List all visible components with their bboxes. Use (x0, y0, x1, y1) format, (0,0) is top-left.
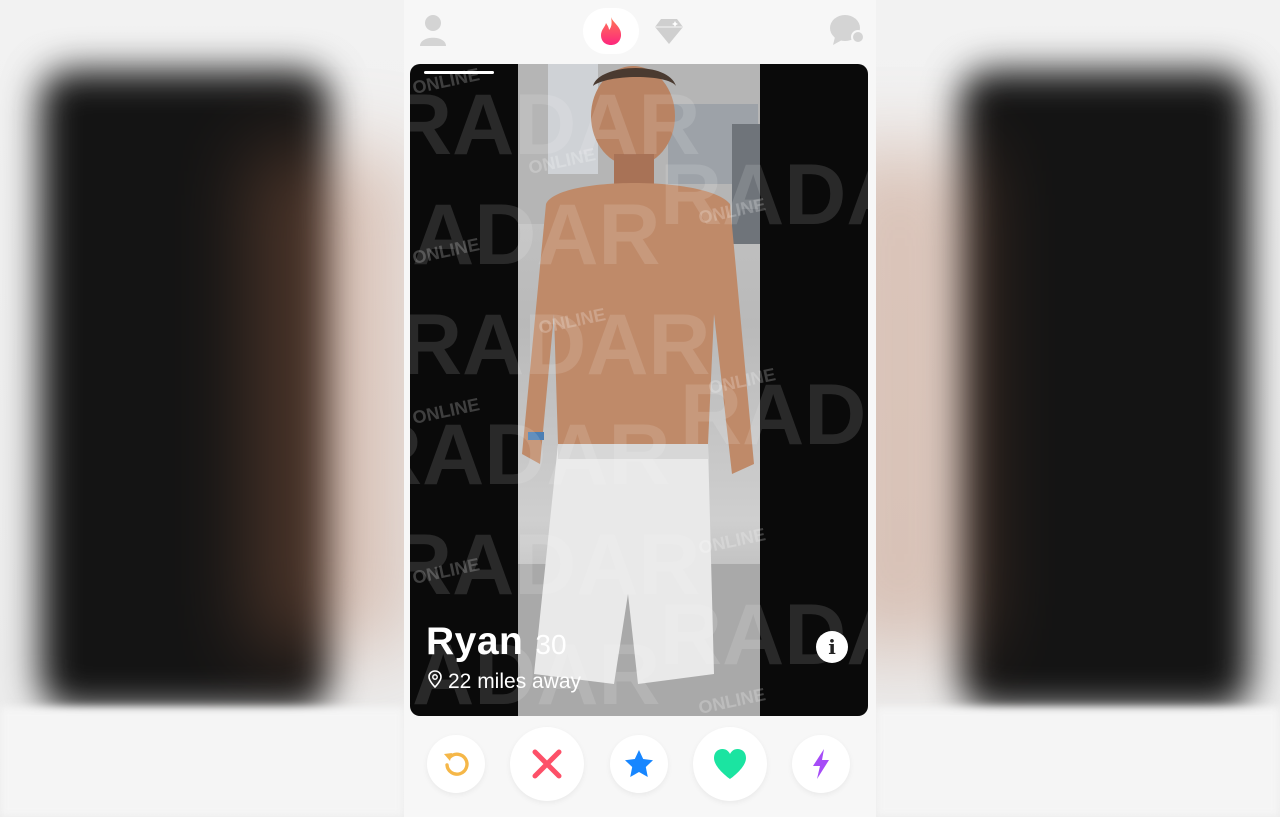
info-button[interactable]: i (816, 631, 848, 663)
distance-row: 22 miles away (428, 670, 581, 694)
nope-button[interactable] (510, 727, 584, 801)
info-icon: i (828, 635, 836, 659)
lightning-icon (813, 749, 829, 779)
svg-text:ONLINE: ONLINE (411, 234, 482, 268)
profile-name: Ryan (426, 620, 524, 663)
flame-icon[interactable] (583, 8, 639, 54)
star-icon (625, 750, 653, 777)
like-button[interactable] (693, 727, 767, 801)
photo-progress-bar (424, 71, 494, 74)
rewind-button[interactable] (427, 735, 485, 793)
blurred-backdrop-left (0, 0, 404, 817)
profile-icon[interactable] (418, 12, 448, 48)
heart-icon (714, 749, 746, 779)
top-nav (404, 0, 876, 60)
blurred-backdrop-right (876, 0, 1280, 817)
super-like-button[interactable] (610, 735, 668, 793)
profile-card[interactable]: RADAR RADAR RADAR RADAR RADAR RADAR RADA… (410, 64, 868, 716)
profile-photo (518, 64, 760, 716)
rewind-icon (444, 752, 469, 776)
phone-screen: RADAR RADAR RADAR RADAR RADAR RADAR RADA… (404, 0, 876, 817)
profile-age: 30 (535, 629, 567, 660)
close-icon (532, 749, 562, 779)
svg-text:ONLINE: ONLINE (411, 554, 482, 588)
name-row: Ryan 30 (426, 620, 567, 664)
action-bar (404, 725, 876, 805)
chat-icon[interactable] (828, 12, 866, 48)
boost-button[interactable] (792, 735, 850, 793)
svg-text:ONLINE: ONLINE (411, 394, 482, 428)
location-pin-icon (428, 670, 442, 694)
profile-distance: 22 miles away (448, 670, 582, 693)
svg-text:ONLINE: ONLINE (411, 64, 482, 98)
gem-icon[interactable] (652, 14, 686, 48)
